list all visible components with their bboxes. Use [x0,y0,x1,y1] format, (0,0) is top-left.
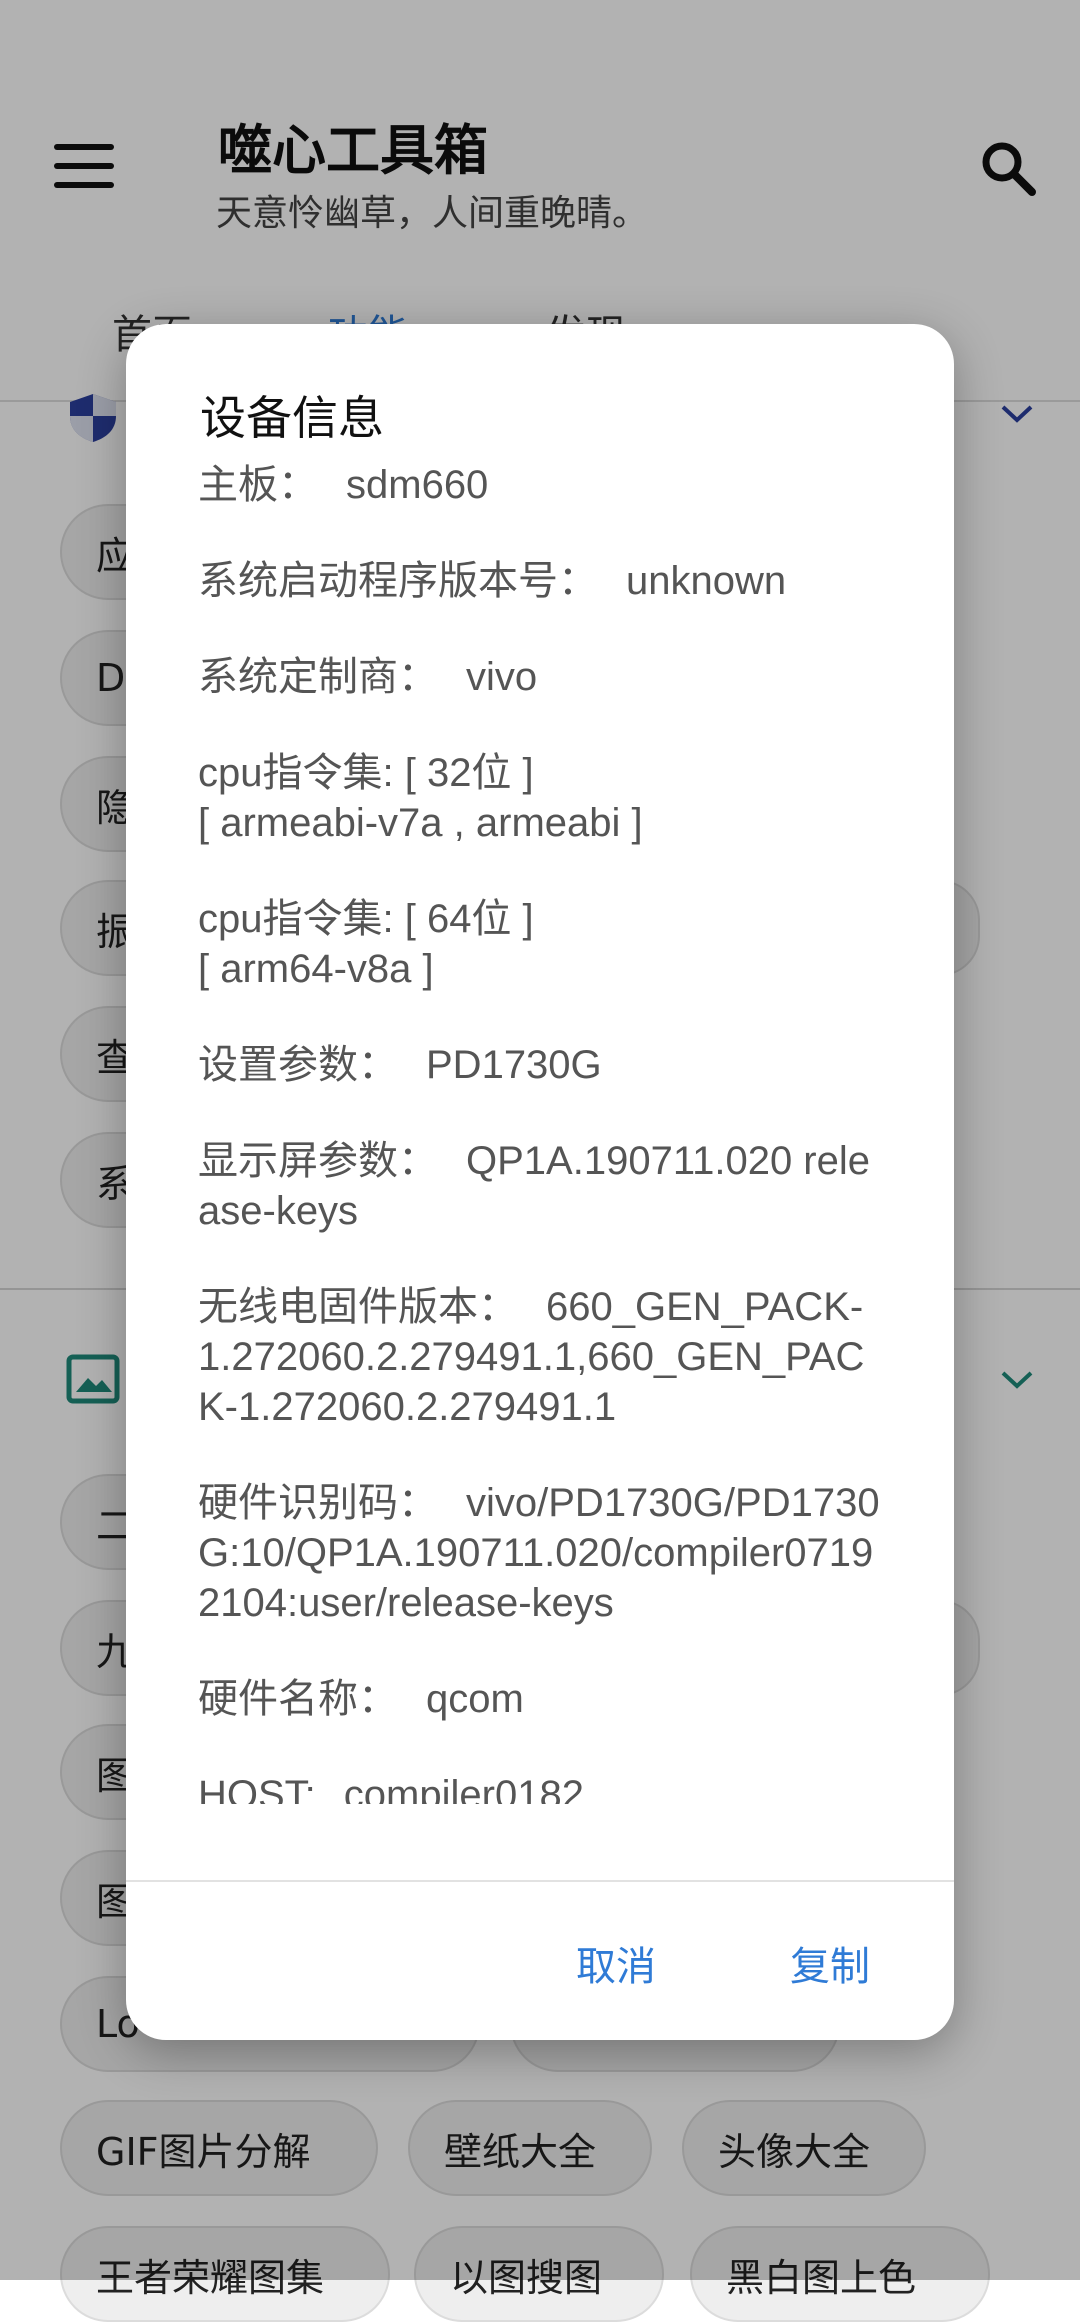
info-item-bootloader: 系统启动程序版本号： unknown [198,559,787,603]
info-item-fingerprint: 硬件识别码： vivo/PD1730G/PD1730G:10/QP1A.19071… [198,1481,880,1625]
info-item-device: 设置参数： PD1730G [198,1043,602,1087]
dialog-divider [126,1880,954,1882]
copy-button[interactable]: 复制 [790,1934,870,1992]
info-item-cpu32: cpu指令集: [ 32位 ][ armeabi-v7a , armeabi ] [198,751,643,845]
info-item-hardware: 硬件名称： qcom [198,1677,524,1721]
dialog-title: 设备信息 [200,391,384,445]
info-item-host: HOST: compiler0182 [198,1773,584,1804]
dialog-content[interactable]: 主板： sdm660 系统启动程序版本号： unknown 系统定制商： vivo c… [126,460,954,1804]
cancel-button[interactable]: 取消 [576,1934,656,1992]
device-info-dialog: 设备信息 主板： sdm660 系统启动程序版本号： unknown 系统定制商： v… [126,324,954,2040]
info-item-radio: 无线电固件版本： 660_GEN_PACK-1.272060.2.279491.1… [198,1285,865,1429]
info-item-display: 显示屏参数： QP1A.190711.020 release-keys [198,1139,871,1233]
info-item-board: 主板： sdm660 [198,463,489,507]
info-item-brand: 系统定制商： vivo [198,655,538,699]
info-item-cpu64: cpu指令集: [ 64位 ][ arm64-v8a ] [198,897,534,991]
